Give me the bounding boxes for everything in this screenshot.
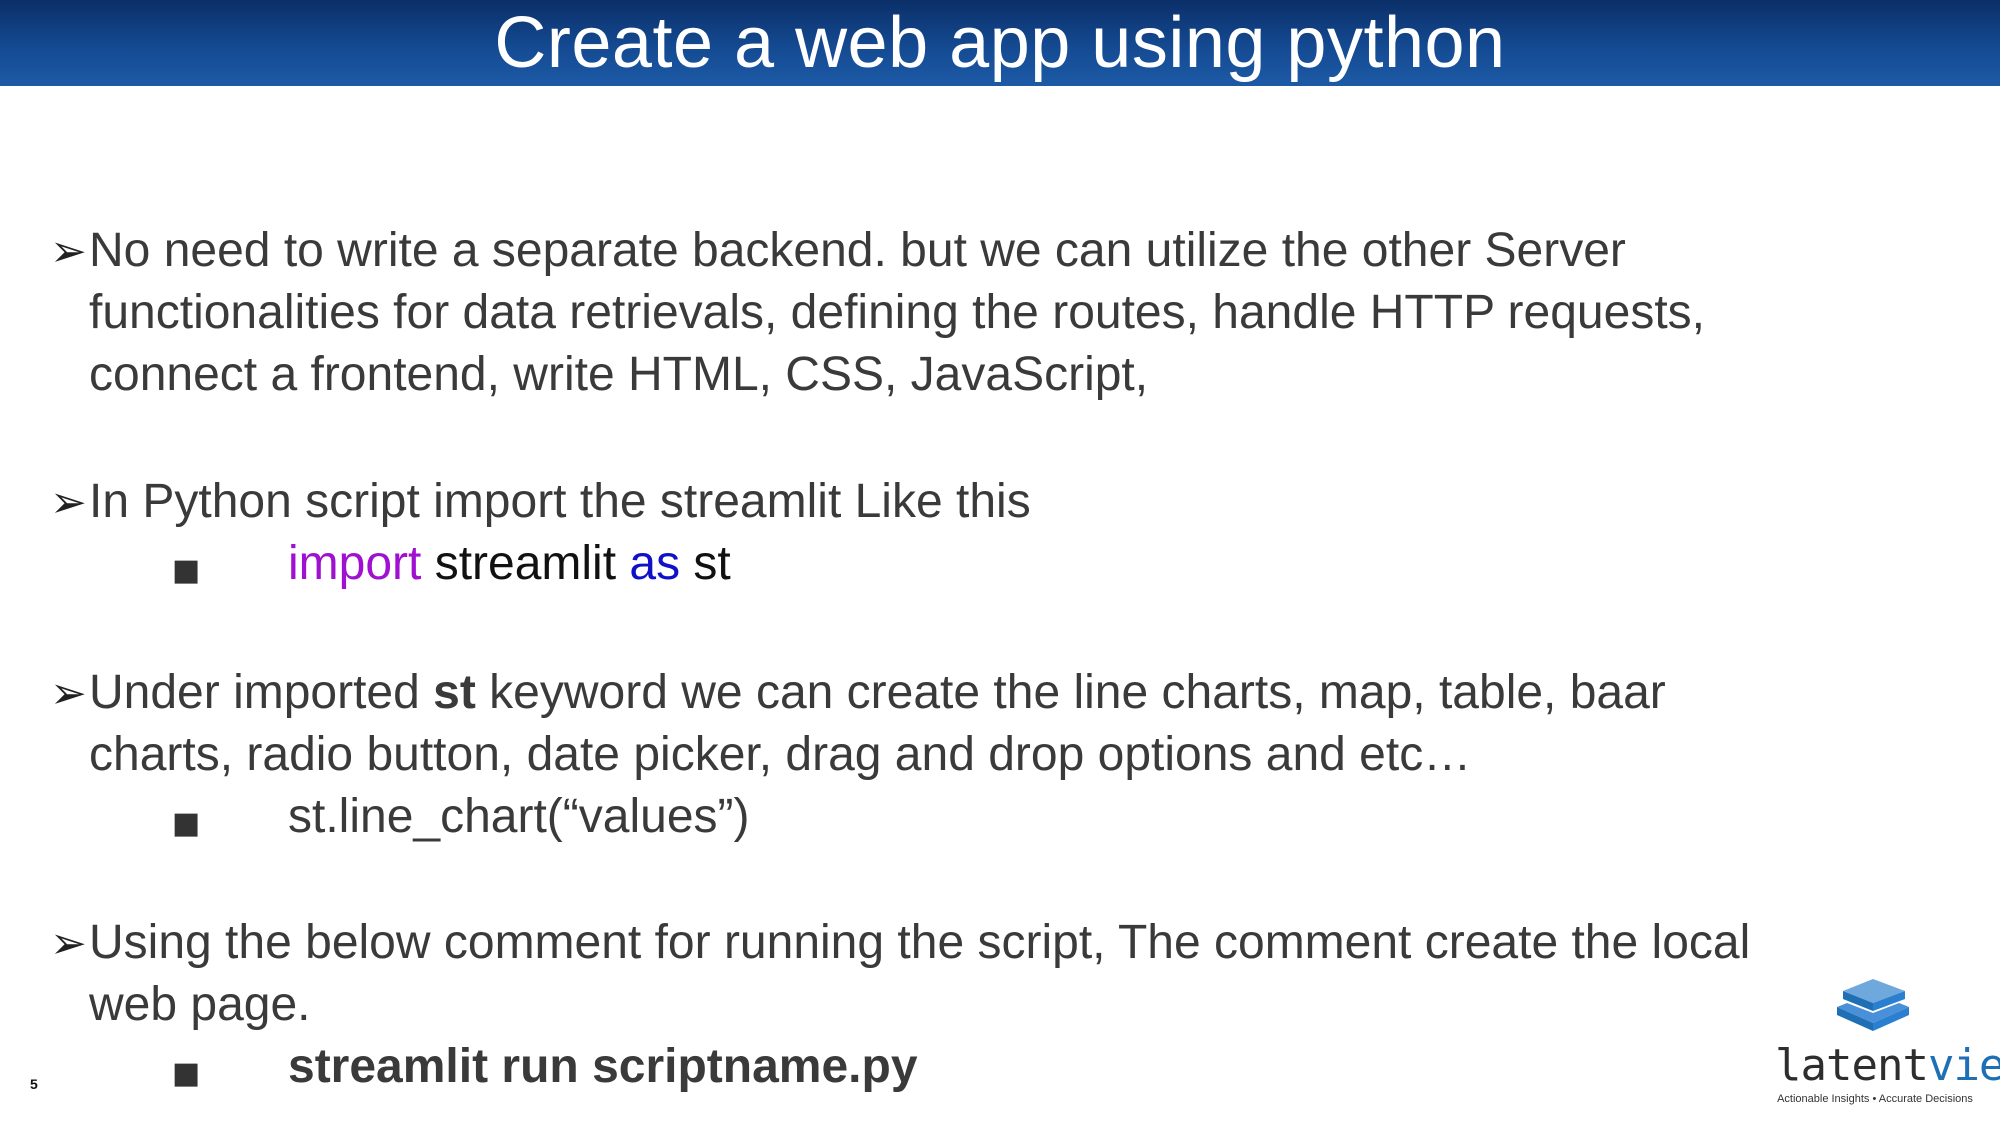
bullet-3-bold-st: st <box>433 666 476 719</box>
stacked-layers-logo-icon <box>1837 979 1909 1031</box>
keyword-as: as <box>629 537 681 590</box>
square-bullet-icon: ■ <box>172 806 201 841</box>
page-number: 5 <box>30 1076 38 1092</box>
logo-word-view: view <box>1927 1040 2000 1091</box>
bullet-4-line-2: web page. <box>89 978 311 1031</box>
bullet-3-line-2: charts, radio button, date picker, drag … <box>89 728 1472 781</box>
bullet-3-line-1: Under imported st keyword we can create … <box>89 665 1666 720</box>
module-name: streamlit <box>421 537 630 590</box>
logo-wordmark: latentview <box>1775 1040 2000 1091</box>
slide-title: Create a web app using python <box>494 3 1506 83</box>
bullet-1-line-2: functionalities for data retrievals, def… <box>89 286 1705 339</box>
square-bullet-icon: ■ <box>172 1056 201 1091</box>
bullet-3-suffix: keyword we can create the line charts, m… <box>475 666 1666 719</box>
latentview-logo: latentview Actionable Insights • Accurat… <box>1775 975 2000 1115</box>
bullet-3-prefix: Under imported <box>89 666 434 719</box>
bullet-4-line-1: Using the below comment for running the … <box>89 916 1751 969</box>
keyword-import: import <box>288 537 422 590</box>
code-streamlit-run: streamlit run scriptname.py <box>288 1040 918 1093</box>
code-import-streamlit: import streamlit as st <box>288 536 731 591</box>
bullet-1-line-1: No need to write a separate backend. but… <box>89 224 1626 277</box>
logo-word-latent: latent <box>1775 1040 1929 1091</box>
code-line-chart: st.line_chart(“values”) <box>288 790 750 843</box>
logo-tagline: Actionable Insights • Accurate Decisions <box>1777 1093 1973 1105</box>
alias-name: st <box>680 537 731 590</box>
bullet-2-line-1: In Python script import the streamlit Li… <box>89 475 1031 528</box>
bullet-1-line-3: connect a frontend, write HTML, CSS, Jav… <box>89 348 1149 401</box>
square-bullet-icon: ■ <box>172 553 201 588</box>
